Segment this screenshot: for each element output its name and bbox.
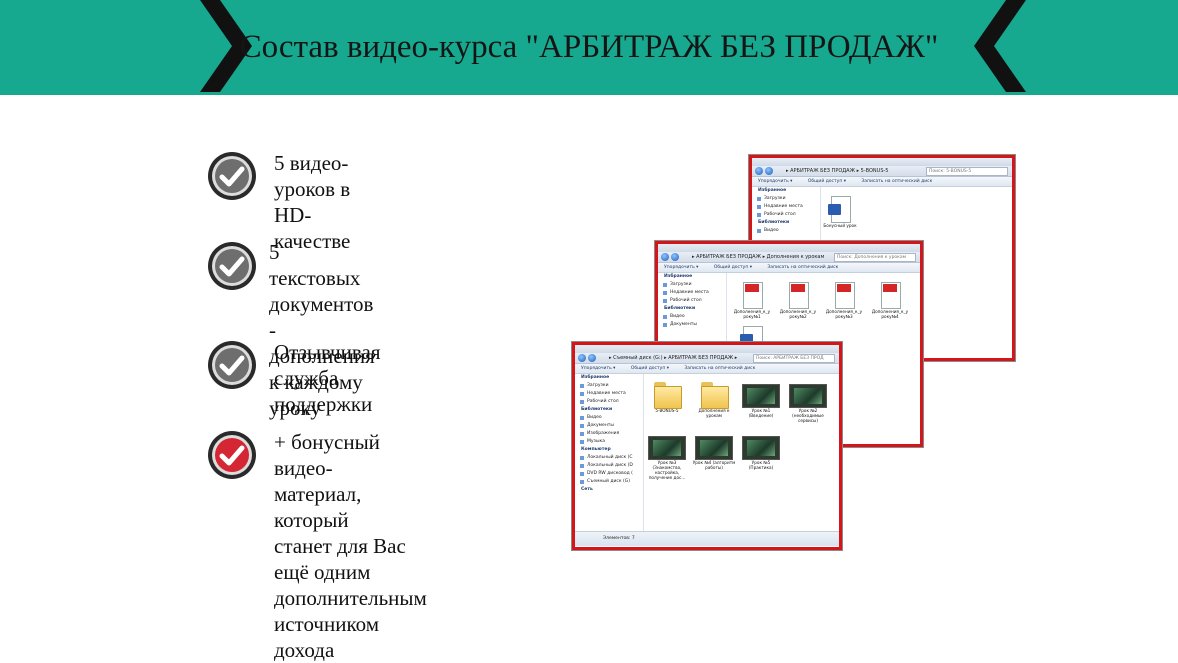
navigation-pane: Избранное Загрузки Недавние места Рабочи… [575,374,644,546]
nav-favorites[interactable]: Избранное [752,187,820,195]
file-item[interactable]: Бонусный урок [818,195,862,228]
file-item[interactable]: Дополнения_к_у року№1 [730,281,774,319]
window-titlebar [575,345,839,353]
nav-video[interactable]: Видео [575,414,643,422]
feature-text-line: дополнительным [274,586,427,610]
nav-favorites[interactable]: Избранное [575,374,643,382]
back-icon[interactable] [661,253,669,261]
nav-libraries[interactable]: Библиотеки [575,406,643,414]
address-bar[interactable]: ▸ АРБИТРАЖ БЕЗ ПРОДАЖ ▸ Дополнения к уро… [658,252,920,263]
pdf-document-icon [786,281,810,309]
nav-removable[interactable]: Съемный диск (G) [575,478,643,486]
forward-icon[interactable] [765,167,773,175]
file-item[interactable]: Урок №3 (Знакомство, настройка, получени… [645,436,689,480]
window-titlebar [752,158,1012,166]
address-bar[interactable]: ▸ АРБИТРАЖ БЕЗ ПРОДАЖ ▸ 5-BONUS-5 Поиск:… [752,166,1012,177]
share-button[interactable]: Общий доступ ▾ [631,366,669,371]
nav-computer[interactable]: Компьютер [575,446,643,454]
nav-recent[interactable]: Недавние места [575,390,643,398]
status-bar: Элементов: 7 [575,531,839,546]
nav-libraries[interactable]: Библиотеки [658,305,726,313]
word-document-icon [828,195,852,223]
file-item[interactable]: Урок №2 (необходимые сервисы) [786,384,830,423]
share-button[interactable]: Общий доступ ▾ [714,265,752,270]
burn-button[interactable]: Записать на оптический диск [861,179,932,184]
file-item[interactable]: Урок №4 (алгоритм работы) [692,436,736,470]
nav-disk-c[interactable]: Локальный диск (C [575,454,643,462]
nav-music[interactable]: Музыка [575,438,643,446]
nav-video[interactable]: Видео [752,227,820,235]
nav-network[interactable]: Сеть [575,486,643,494]
pdf-document-icon [740,281,764,309]
video-file-icon [742,384,780,408]
nav-downloads[interactable]: Загрузки [752,195,820,203]
check-icon [208,242,256,290]
pdf-document-icon [878,281,902,309]
nav-recent[interactable]: Недавние места [752,203,820,211]
nav-desktop[interactable]: Рабочий стол [752,211,820,219]
nav-documents[interactable]: Документы [658,321,726,329]
folder-icon [699,380,729,409]
folder-icon [652,380,682,409]
nav-images[interactable]: Изображения [575,430,643,438]
search-input[interactable]: Поиск: АРБИТРАЖ БЕЗ ПРОД [753,354,835,363]
nav-recent[interactable]: Недавние места [658,289,726,297]
feature-text-line: источником дохода [274,612,379,662]
video-file-icon [789,384,827,408]
check-icon [208,152,256,200]
file-item[interactable]: Дополнения_к_у року№2 [776,281,820,319]
check-icon [208,341,256,389]
feature-text-line: + бонусный видео- [274,430,380,480]
nav-desktop[interactable]: Рабочий стол [575,398,643,406]
feature-text-line: станет для Вас ещё одним [274,534,406,584]
window-titlebar [658,244,920,252]
file-item[interactable]: Дополнения к урокам [692,380,736,418]
file-item[interactable]: Урок №1 (Введение) [739,384,783,418]
explorer-window-main: ▸ Съемный диск (G:) ▸ АРБИТРАЖ БЕЗ ПРОДА… [572,342,842,550]
file-item[interactable]: Урок №5 (Практика) [739,436,783,470]
feature-text-line: поддержки [274,392,373,416]
page-title: Состав видео-курса "АРБИТРАЖ БЕЗ ПРОДАЖ" [239,29,939,65]
nav-desktop[interactable]: Рабочий стол [658,297,726,305]
burn-button[interactable]: Записать на оптический диск [767,265,838,270]
forward-icon[interactable] [671,253,679,261]
nav-downloads[interactable]: Загрузки [658,281,726,289]
back-icon[interactable] [578,354,586,362]
toolbar: Упорядочить ▾ Общий доступ ▾ Записать на… [658,263,920,273]
feature-text-line: материал, который [274,482,362,532]
search-input[interactable]: Поиск: 5-BONUS-5 [926,167,1008,176]
nav-libraries[interactable]: Библиотеки [752,219,820,227]
feature-text-line: 5 текстовых документов - [269,240,374,342]
video-file-icon [695,436,733,460]
organize-button[interactable]: Упорядочить ▾ [581,366,615,371]
search-input[interactable]: Поиск: Дополнения к урокам [834,253,916,262]
video-file-icon [648,436,686,460]
nav-downloads[interactable]: Загрузки [575,382,643,390]
forward-icon[interactable] [588,354,596,362]
file-item[interactable]: Дополнения_к_у року№3 [822,281,866,319]
nav-dvd[interactable]: DVD RW дисковод ( [575,470,643,478]
pdf-document-icon [832,281,856,309]
toolbar: Упорядочить ▾ Общий доступ ▾ Записать на… [575,364,839,374]
nav-video[interactable]: Видео [658,313,726,321]
video-file-icon [742,436,780,460]
address-bar[interactable]: ▸ Съемный диск (G:) ▸ АРБИТРАЖ БЕЗ ПРОДА… [575,353,839,364]
feature-text-line: 5 видео-уроков в HD- [274,151,351,227]
share-button[interactable]: Общий доступ ▾ [808,179,846,184]
back-icon[interactable] [755,167,763,175]
organize-button[interactable]: Упорядочить ▾ [758,179,792,184]
file-item[interactable]: Дополнения_к_у року№4 [868,281,912,319]
file-item[interactable]: 5-BONUS-5 [645,380,689,413]
nav-documents[interactable]: Документы [575,422,643,430]
feature-text-line: Отзывчивая служба [274,340,381,390]
burn-button[interactable]: Записать на оптический диск [684,366,755,371]
organize-button[interactable]: Упорядочить ▾ [664,265,698,270]
nav-disk-d[interactable]: Локальный диск (D [575,462,643,470]
check-icon [208,431,256,479]
nav-favorites[interactable]: Избранное [658,273,726,281]
toolbar: Упорядочить ▾ Общий доступ ▾ Записать на… [752,177,1012,187]
